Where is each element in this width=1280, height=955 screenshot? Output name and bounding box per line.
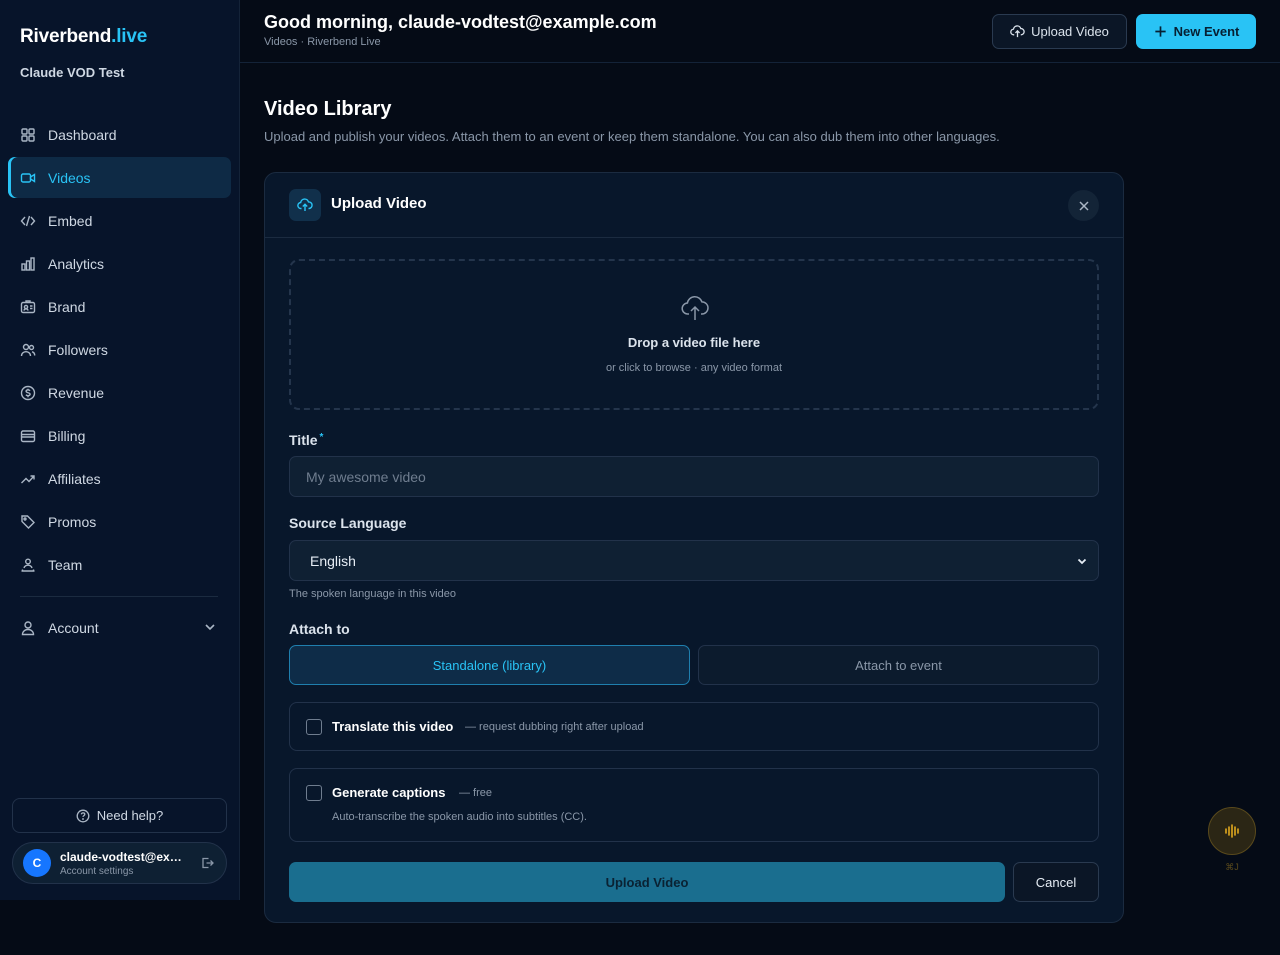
captions-option: Generate captions — free Auto-transcribe…	[289, 768, 1099, 842]
cloud-upload-icon	[680, 293, 710, 323]
greeting: Good morning, claude-vodtest@example.com	[264, 12, 657, 32]
captions-checkbox[interactable]	[306, 785, 322, 801]
sidebar-item-followers[interactable]: Followers	[8, 329, 231, 370]
sidebar-item-label: Team	[48, 556, 83, 573]
breadcrumb: Videos · Riverbend Live	[264, 36, 381, 48]
attach-standalone-option[interactable]: Standalone (library)	[289, 645, 690, 685]
user-text: claude-vodtest@ex… Account settings	[60, 850, 186, 877]
sidebar-divider	[20, 596, 218, 597]
header-upload-video-button[interactable]: Upload Video	[992, 14, 1127, 49]
sidebar-item-account[interactable]: Account	[8, 607, 231, 648]
sidebar-item-videos[interactable]: Videos	[8, 157, 231, 198]
captions-note: — free	[459, 787, 493, 799]
logout-icon[interactable]	[200, 856, 214, 870]
sidebar-item-analytics[interactable]: Analytics	[8, 243, 231, 284]
user-icon	[20, 620, 36, 636]
dropzone-title: Drop a video file here	[627, 335, 761, 350]
captions-title: Generate captions	[332, 785, 446, 800]
voice-assistant-button[interactable]	[1208, 807, 1256, 855]
close-panel-button[interactable]	[1068, 190, 1099, 221]
translate-title: Translate this video	[332, 719, 454, 734]
trending-up-icon	[20, 471, 36, 487]
attach-event-option[interactable]: Attach to event	[698, 645, 1099, 685]
grid-icon	[20, 127, 36, 143]
captions-description: Auto-transcribe the spoken audio into su…	[332, 811, 587, 823]
sidebar-item-label: Account	[48, 619, 99, 636]
sidebar-item-affiliates[interactable]: Affiliates	[8, 458, 231, 499]
org-name: Claude VOD Test	[20, 65, 125, 80]
chevron-down-icon	[1076, 555, 1088, 567]
need-help-button[interactable]: Need help?	[12, 798, 227, 833]
sidebar-item-team[interactable]: Team	[8, 544, 231, 585]
sidebar-item-label: Embed	[48, 212, 93, 229]
account-menu: Account	[8, 607, 231, 650]
source-language-select[interactable]: English	[289, 540, 1099, 581]
new-event-button[interactable]: New Event	[1136, 14, 1256, 49]
team-icon	[20, 557, 36, 573]
sidebar-item-promos[interactable]: Promos	[8, 501, 231, 542]
translate-note: — request dubbing right after upload	[465, 721, 644, 733]
sidebar-item-label: Videos	[48, 169, 91, 186]
sidebar-nav: Dashboard Videos Embed Analytics Brand F…	[8, 114, 231, 587]
source-language-value: English	[310, 552, 356, 569]
need-help-label: Need help?	[96, 808, 164, 823]
cloud-upload-icon	[289, 189, 321, 221]
attach-to-label: Attach to	[289, 621, 350, 637]
bar-chart-icon	[20, 256, 36, 272]
top-header: Good morning, claude-vodtest@example.com…	[240, 0, 1280, 63]
sidebar-item-label: Revenue	[48, 384, 105, 401]
translate-checkbox[interactable]	[306, 719, 322, 735]
wallet-icon	[20, 428, 36, 444]
sidebar-item-embed[interactable]: Embed	[8, 200, 231, 241]
sidebar-item-brand[interactable]: Brand	[8, 286, 231, 327]
close-icon	[1078, 200, 1090, 212]
new-event-label: New Event	[1173, 24, 1240, 39]
sidebar-item-label: Affiliates	[48, 470, 101, 487]
plus-icon	[1153, 24, 1168, 39]
tag-icon	[20, 514, 36, 530]
sidebar-item-dashboard[interactable]: Dashboard	[8, 114, 231, 155]
user-account-card[interactable]: C claude-vodtest@ex… Account settings	[12, 842, 227, 884]
audio-wave-icon	[1223, 822, 1241, 840]
required-mark: *	[319, 432, 324, 443]
user-name: claude-vodtest@ex…	[60, 849, 182, 864]
sidebar-item-label: Followers	[48, 341, 108, 358]
cancel-button[interactable]: Cancel	[1013, 862, 1099, 902]
dollar-circle-icon	[20, 385, 36, 401]
avatar: C	[23, 849, 51, 877]
translate-option: Translate this video — request dubbing r…	[289, 702, 1099, 751]
sidebar-item-label: Billing	[48, 427, 86, 444]
title-input[interactable]	[289, 456, 1099, 497]
sidebar-item-label: Promos	[48, 513, 97, 530]
upload-video-submit-button[interactable]: Upload Video	[289, 862, 1005, 902]
sidebar-item-label: Dashboard	[48, 126, 117, 143]
page-description: Upload and publish your videos. Attach t…	[264, 129, 1000, 144]
upload-video-panel: Upload Video Drop a video file here or c…	[264, 172, 1124, 923]
sidebar-item-revenue[interactable]: Revenue	[8, 372, 231, 413]
video-icon	[20, 170, 36, 186]
brand-logo[interactable]: Riverbend.live	[20, 26, 147, 48]
help-circle-icon	[76, 809, 90, 823]
chevron-down-icon[interactable]	[203, 620, 217, 634]
sidebar-item-billing[interactable]: Billing	[8, 415, 231, 456]
sidebar-item-label: Analytics	[48, 255, 105, 272]
source-language-hint: The spoken language in this video	[289, 588, 456, 600]
header-upload-label: Upload Video	[1031, 24, 1109, 39]
title-label-text: Title	[289, 432, 318, 448]
sidebar-item-label: Brand	[48, 298, 86, 315]
users-icon	[20, 342, 36, 358]
code-icon	[20, 213, 36, 229]
cloud-upload-icon	[1010, 24, 1025, 39]
source-language-label: Source Language	[289, 515, 407, 531]
dropzone-subtitle: or click to browse · any video format	[605, 362, 783, 374]
user-subtitle: Account settings	[60, 865, 134, 877]
assistant-shortcut: ⌘J	[1225, 862, 1239, 872]
title-field-label: Title *	[289, 432, 323, 448]
sidebar: Riverbend.live Claude VOD Test Dashboard…	[0, 0, 240, 900]
panel-header: Upload Video	[265, 173, 1123, 238]
video-dropzone[interactable]: Drop a video file here or click to brows…	[289, 259, 1099, 410]
page-title: Video Library	[264, 98, 392, 120]
id-card-icon	[20, 299, 36, 315]
panel-title: Upload Video	[331, 195, 427, 212]
